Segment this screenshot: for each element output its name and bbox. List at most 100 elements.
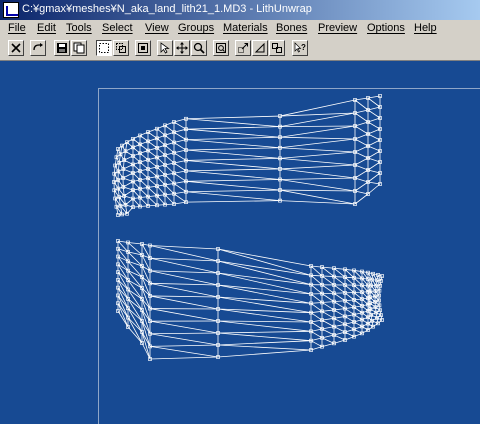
mesh-edge bbox=[132, 197, 141, 199]
close-icon[interactable] bbox=[8, 40, 24, 56]
scale-icon[interactable] bbox=[235, 40, 251, 56]
mesh-edge bbox=[149, 308, 219, 322]
mesh-edge bbox=[127, 289, 143, 300]
mesh-edge bbox=[369, 302, 376, 308]
mesh-edge bbox=[185, 168, 281, 172]
mesh-edge bbox=[279, 168, 356, 179]
title-bar[interactable]: C:¥gmax¥meshes¥N_aka_land_lith21_1.MD3 -… bbox=[0, 0, 480, 20]
mesh-edge bbox=[117, 213, 123, 216]
mesh-edge bbox=[361, 319, 369, 324]
mesh-edge bbox=[185, 136, 281, 141]
select-rect-icon[interactable] bbox=[96, 40, 112, 56]
mesh-edge bbox=[118, 162, 124, 170]
mesh-edge bbox=[217, 284, 312, 295]
menu-select[interactable]: Select bbox=[102, 22, 133, 34]
mesh-edge bbox=[279, 179, 356, 192]
mesh-edge bbox=[354, 109, 369, 114]
mesh-edge bbox=[217, 330, 312, 334]
mesh-edge bbox=[185, 179, 281, 182]
menu-bones[interactable]: Bones bbox=[276, 22, 307, 34]
mesh-edge bbox=[217, 284, 312, 304]
menu-materials[interactable]: Materials bbox=[223, 22, 268, 34]
mesh-edge bbox=[354, 138, 369, 147]
lithunwrap-window: C:¥gmax¥meshes¥N_aka_land_lith21_1.MD3 -… bbox=[0, 0, 480, 424]
rotate-sel-icon[interactable] bbox=[252, 40, 268, 56]
mesh-edge bbox=[116, 205, 121, 208]
mesh-edge bbox=[149, 356, 219, 360]
mesh-edge bbox=[370, 279, 373, 286]
mesh-edge bbox=[361, 312, 369, 318]
mesh-edge bbox=[113, 181, 119, 189]
mesh-edge bbox=[149, 333, 219, 346]
pointer-icon[interactable] bbox=[157, 40, 173, 56]
mesh-edge bbox=[120, 204, 126, 207]
mesh-edge bbox=[369, 296, 376, 298]
mesh-edge bbox=[185, 128, 281, 138]
copy-icon[interactable] bbox=[71, 40, 87, 56]
mesh-edge bbox=[132, 206, 141, 208]
mesh-edge bbox=[126, 141, 134, 148]
help-pointer-icon[interactable]: ? bbox=[292, 40, 308, 56]
menu-edit[interactable]: Edit bbox=[37, 22, 56, 34]
mesh-edge bbox=[125, 198, 134, 206]
mesh-edge bbox=[127, 242, 143, 245]
mesh-edge bbox=[217, 296, 312, 304]
menu-bar: File Edit Tools Select View Groups Mater… bbox=[0, 20, 480, 38]
mesh-edge bbox=[376, 317, 379, 324]
rotate-icon[interactable] bbox=[30, 40, 46, 56]
mesh-edge bbox=[217, 340, 312, 346]
mesh-edge bbox=[127, 279, 143, 289]
mesh-edge bbox=[217, 296, 312, 314]
mesh-edge bbox=[217, 332, 312, 342]
mesh-edge bbox=[279, 125, 356, 128]
mesh-edge bbox=[126, 206, 134, 215]
mesh-edge bbox=[379, 280, 382, 286]
menu-tools[interactable]: Tools bbox=[66, 22, 92, 34]
menu-help[interactable]: Help bbox=[414, 22, 437, 34]
mesh-edge bbox=[119, 195, 125, 198]
mesh-edge bbox=[132, 172, 141, 181]
uv-mesh[interactable] bbox=[0, 61, 480, 424]
mesh-edge bbox=[117, 171, 124, 179]
menu-preview[interactable]: Preview bbox=[318, 22, 357, 34]
select-add-icon[interactable] bbox=[113, 40, 129, 56]
mesh-edge bbox=[279, 138, 356, 149]
mesh-edge bbox=[115, 196, 120, 199]
select-mode-icon[interactable] bbox=[135, 40, 151, 56]
mesh-edge bbox=[185, 118, 281, 128]
fit-icon[interactable] bbox=[213, 40, 229, 56]
mesh-edge bbox=[120, 154, 125, 161]
mirror-icon[interactable] bbox=[269, 40, 285, 56]
menu-groups[interactable]: Groups bbox=[178, 22, 214, 34]
mesh-edge bbox=[354, 145, 369, 153]
menu-file[interactable]: File bbox=[8, 22, 26, 34]
svg-text:?: ? bbox=[301, 43, 306, 52]
mesh-edge bbox=[379, 285, 381, 291]
mesh-edge bbox=[132, 181, 141, 190]
mesh-edge bbox=[354, 193, 369, 205]
mesh-edge bbox=[185, 170, 281, 180]
mesh-edge bbox=[185, 191, 281, 202]
mesh-edge bbox=[354, 121, 369, 127]
mesh-edge bbox=[361, 305, 369, 312]
zoom-icon[interactable] bbox=[191, 40, 207, 56]
mesh-edge bbox=[132, 188, 141, 191]
mesh-edge bbox=[376, 274, 379, 281]
menu-view[interactable]: View bbox=[145, 22, 169, 34]
mesh-edge bbox=[149, 282, 219, 298]
menu-options[interactable]: Options bbox=[367, 22, 405, 34]
window-title: C:¥gmax¥meshes¥N_aka_land_lith21_1.MD3 -… bbox=[22, 3, 312, 15]
mesh-edge bbox=[371, 273, 374, 280]
move-icon[interactable] bbox=[174, 40, 190, 56]
mesh-edge bbox=[354, 112, 369, 123]
mesh-edge bbox=[185, 180, 281, 191]
mesh-edge bbox=[370, 285, 372, 292]
mesh-edge bbox=[127, 270, 143, 289]
mesh-edge bbox=[149, 320, 219, 334]
mesh-edge bbox=[279, 189, 356, 192]
save-icon[interactable] bbox=[54, 40, 70, 56]
mesh-edge bbox=[185, 115, 281, 120]
mesh-edge bbox=[279, 125, 356, 138]
mesh-edge bbox=[279, 157, 356, 166]
uv-viewport[interactable] bbox=[0, 61, 480, 424]
